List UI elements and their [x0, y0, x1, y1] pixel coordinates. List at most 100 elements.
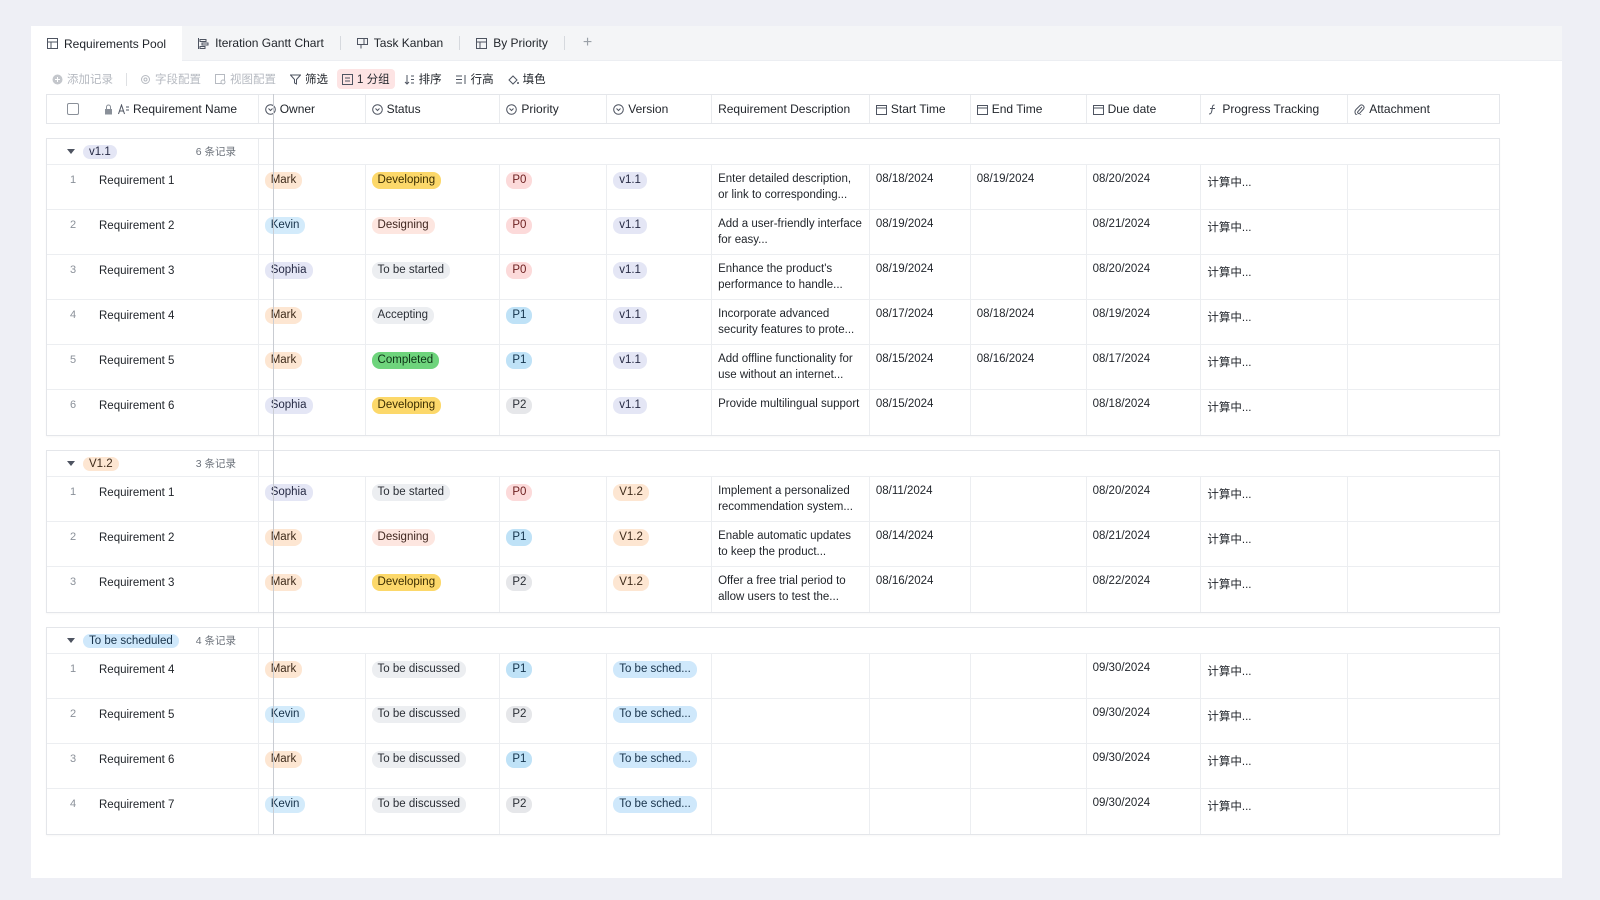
table-row[interactable]: 2 Requirement 2 Mark Designing P1 V1.2 E… — [47, 522, 1499, 567]
name-cell[interactable]: 4 Requirement 7 — [47, 789, 259, 834]
due-date-cell[interactable]: 08/20/2024 — [1087, 255, 1202, 299]
status-cell[interactable]: Completed — [366, 345, 501, 389]
attachment-cell[interactable] — [1348, 345, 1499, 389]
table-row[interactable]: 5 Requirement 5 Mark Completed P1 v1.1 A… — [47, 345, 1499, 390]
end-time-cell[interactable] — [971, 654, 1087, 698]
owner-cell[interactable]: Mark — [259, 654, 366, 698]
description-cell[interactable]: Incorporate advanced security features t… — [712, 300, 870, 344]
tab-requirements-pool[interactable]: Requirements Pool — [31, 25, 183, 62]
group-header[interactable]: To be scheduled 4 条记录 — [47, 628, 1499, 654]
attachment-cell[interactable] — [1348, 522, 1499, 566]
version-cell[interactable]: To be sched... — [607, 789, 713, 834]
priority-cell[interactable]: P1 — [500, 654, 608, 698]
view-config-button[interactable]: 视图配置 — [210, 69, 281, 89]
name-cell[interactable]: 2 Requirement 2 — [47, 210, 259, 254]
attachment-cell[interactable] — [1348, 165, 1499, 209]
tab-iteration-gantt-chart[interactable]: Iteration Gantt Chart — [182, 26, 340, 61]
status-cell[interactable]: Designing — [366, 210, 501, 254]
name-cell[interactable]: 5 Requirement 5 — [47, 345, 259, 389]
attachment-cell[interactable] — [1348, 789, 1499, 834]
table-row[interactable]: 6 Requirement 6 Sophia Developing P2 v1.… — [47, 390, 1499, 435]
version-cell[interactable]: v1.1 — [607, 165, 713, 209]
version-cell[interactable]: To be sched... — [607, 699, 713, 743]
start-time-cell[interactable] — [870, 654, 971, 698]
status-cell[interactable]: To be discussed — [366, 654, 501, 698]
description-cell[interactable] — [712, 699, 870, 743]
progress-cell[interactable]: 计算中... — [1201, 654, 1349, 698]
due-date-cell[interactable]: 08/18/2024 — [1087, 390, 1202, 435]
column-header-attachment[interactable]: Attachment — [1348, 95, 1499, 123]
sort-button[interactable]: 排序 — [399, 69, 447, 89]
attachment-cell[interactable] — [1348, 300, 1499, 344]
owner-cell[interactable]: Mark — [259, 744, 366, 788]
description-cell[interactable]: Provide multilingual support — [712, 390, 870, 435]
column-header-version[interactable]: Version — [607, 95, 713, 123]
start-time-cell[interactable]: 08/19/2024 — [870, 210, 971, 254]
collapse-caret-icon[interactable] — [67, 638, 75, 643]
start-time-cell[interactable]: 08/16/2024 — [870, 567, 971, 612]
due-date-cell[interactable]: 08/19/2024 — [1087, 300, 1202, 344]
status-cell[interactable]: To be started — [366, 255, 501, 299]
table-row[interactable]: 2 Requirement 2 Kevin Designing P0 v1.1 … — [47, 210, 1499, 255]
status-cell[interactable]: Developing — [366, 165, 501, 209]
progress-cell[interactable]: 计算中... — [1201, 522, 1349, 566]
description-cell[interactable] — [712, 789, 870, 834]
column-header-status[interactable]: Status — [366, 95, 501, 123]
table-row[interactable]: 4 Requirement 4 Mark Accepting P1 v1.1 I… — [47, 300, 1499, 345]
end-time-cell[interactable]: 08/18/2024 — [971, 300, 1087, 344]
end-time-cell[interactable] — [971, 477, 1087, 521]
version-cell[interactable]: v1.1 — [607, 255, 713, 299]
name-cell[interactable]: 1 Requirement 1 — [47, 477, 259, 521]
attachment-cell[interactable] — [1348, 699, 1499, 743]
due-date-cell[interactable]: 08/17/2024 — [1087, 345, 1202, 389]
owner-cell[interactable]: Mark — [259, 567, 366, 612]
progress-cell[interactable]: 计算中... — [1201, 210, 1349, 254]
owner-cell[interactable]: Kevin — [259, 789, 366, 834]
description-cell[interactable]: Offer a free trial period to allow users… — [712, 567, 870, 612]
description-cell[interactable] — [712, 654, 870, 698]
table-row[interactable]: 1 Requirement 4 Mark To be discussed P1 … — [47, 654, 1499, 699]
owner-cell[interactable]: Sophia — [259, 390, 366, 435]
description-cell[interactable]: Enable automatic updates to keep the pro… — [712, 522, 870, 566]
end-time-cell[interactable] — [971, 522, 1087, 566]
status-cell[interactable]: To be discussed — [366, 789, 501, 834]
status-cell[interactable]: Designing — [366, 522, 501, 566]
priority-cell[interactable]: P2 — [500, 699, 608, 743]
table-row[interactable]: 3 Requirement 3 Mark Developing P2 V1.2 … — [47, 567, 1499, 612]
owner-cell[interactable]: Mark — [259, 345, 366, 389]
progress-cell[interactable]: 计算中... — [1201, 390, 1349, 435]
priority-cell[interactable]: P2 — [500, 567, 608, 612]
group-header[interactable]: v1.1 6 条记录 — [47, 139, 1499, 165]
start-time-cell[interactable]: 08/15/2024 — [870, 345, 971, 389]
start-time-cell[interactable] — [870, 744, 971, 788]
priority-cell[interactable]: P1 — [500, 300, 608, 344]
table-row[interactable]: 1 Requirement 1 Mark Developing P0 v1.1 … — [47, 165, 1499, 210]
version-cell[interactable]: To be sched... — [607, 744, 713, 788]
version-cell[interactable]: v1.1 — [607, 300, 713, 344]
due-date-cell[interactable]: 08/20/2024 — [1087, 165, 1202, 209]
table-row[interactable]: 3 Requirement 6 Mark To be discussed P1 … — [47, 744, 1499, 789]
due-date-cell[interactable]: 09/30/2024 — [1087, 699, 1202, 743]
column-header-end-time[interactable]: End Time — [971, 95, 1087, 123]
description-cell[interactable]: Enter detailed description, or link to c… — [712, 165, 870, 209]
status-cell[interactable]: Accepting — [366, 300, 501, 344]
row-height-button[interactable]: 行高 — [451, 69, 499, 89]
due-date-cell[interactable]: 08/20/2024 — [1087, 477, 1202, 521]
start-time-cell[interactable]: 08/15/2024 — [870, 390, 971, 435]
owner-cell[interactable]: Mark — [259, 300, 366, 344]
priority-cell[interactable]: P0 — [500, 477, 608, 521]
owner-cell[interactable]: Mark — [259, 165, 366, 209]
end-time-cell[interactable] — [971, 255, 1087, 299]
column-header-name[interactable]: Requirement Name — [47, 95, 259, 123]
name-cell[interactable]: 2 Requirement 2 — [47, 522, 259, 566]
due-date-cell[interactable]: 08/21/2024 — [1087, 522, 1202, 566]
description-cell[interactable]: Add offline functionality for use withou… — [712, 345, 870, 389]
progress-cell[interactable]: 计算中... — [1201, 165, 1349, 209]
priority-cell[interactable]: P0 — [500, 255, 608, 299]
start-time-cell[interactable] — [870, 789, 971, 834]
status-cell[interactable]: To be started — [366, 477, 501, 521]
column-header-start-time[interactable]: Start Time — [870, 95, 971, 123]
attachment-cell[interactable] — [1348, 654, 1499, 698]
attachment-cell[interactable] — [1348, 744, 1499, 788]
due-date-cell[interactable]: 08/22/2024 — [1087, 567, 1202, 612]
